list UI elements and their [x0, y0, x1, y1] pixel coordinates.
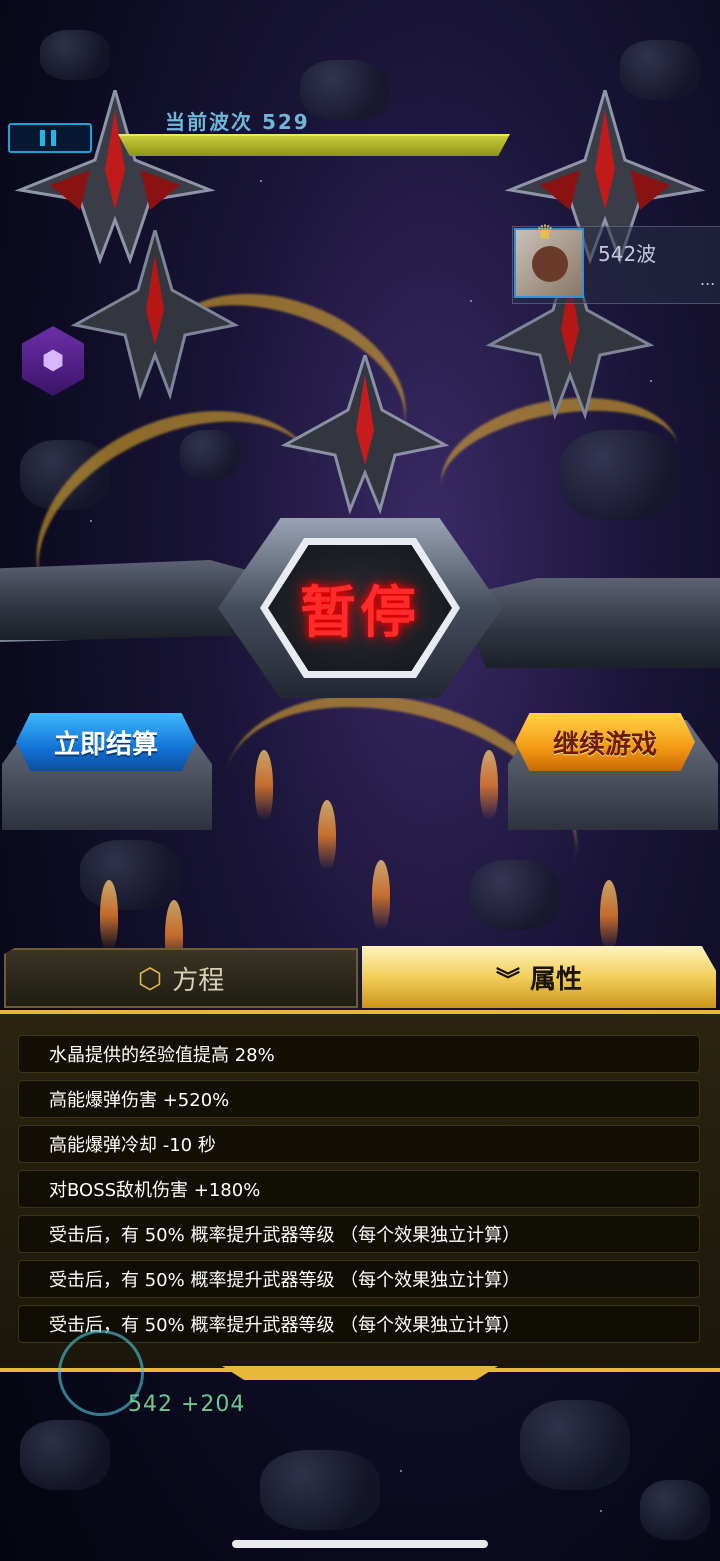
wave-progress-bar: [118, 134, 510, 156]
score-text: 542 +204: [128, 1392, 246, 1417]
bullet-flame: [372, 860, 390, 930]
rival-wave-text: 542波: [598, 242, 657, 266]
continue-game-button[interactable]: 继续游戏: [515, 713, 695, 771]
tab-equation-label: 方程: [172, 965, 225, 996]
tab-attributes[interactable]: ︾ 属性: [362, 946, 716, 1008]
enemy-ship: [70, 230, 240, 400]
more-indicator: ...: [700, 270, 716, 289]
bullet-flame: [318, 800, 336, 870]
double-chevron-down-icon: ︾: [495, 965, 520, 994]
list-item: 受击后，有 50% 概率提升武器等级 （每个效果独立计算）: [18, 1260, 700, 1298]
bullet-flame: [480, 750, 498, 820]
crown-icon: ♛: [536, 220, 554, 244]
panel-footer-trim: [222, 1366, 498, 1380]
home-indicator[interactable]: [232, 1540, 488, 1548]
bullet-flame: [600, 880, 618, 950]
tab-attributes-label: 属性: [529, 964, 582, 995]
pause-button[interactable]: [8, 123, 92, 153]
list-item: 水晶提供的经验值提高 28%: [18, 1035, 700, 1073]
metal-frame-right: [460, 578, 720, 668]
enemy-ship: [280, 355, 450, 515]
tab-equation[interactable]: ⬡ 方程: [4, 948, 358, 1008]
list-item: 高能爆弹冷却 -10 秒: [18, 1125, 700, 1163]
list-item: 高能爆弹伤害 +520%: [18, 1080, 700, 1118]
hex-gear-icon: ⬡: [137, 961, 163, 995]
pause-icon: [40, 130, 45, 146]
pause-title: 暂停: [300, 580, 420, 646]
list-item: 对BOSS敌机伤害 +180%: [18, 1170, 700, 1208]
current-wave-label: 当前波次 529: [165, 110, 310, 134]
bullet-flame: [100, 880, 118, 950]
bullet-flame: [255, 750, 273, 820]
list-item: 受击后，有 50% 概率提升武器等级 （每个效果独立计算）: [18, 1215, 700, 1253]
settle-now-button[interactable]: 立即结算: [16, 713, 196, 771]
